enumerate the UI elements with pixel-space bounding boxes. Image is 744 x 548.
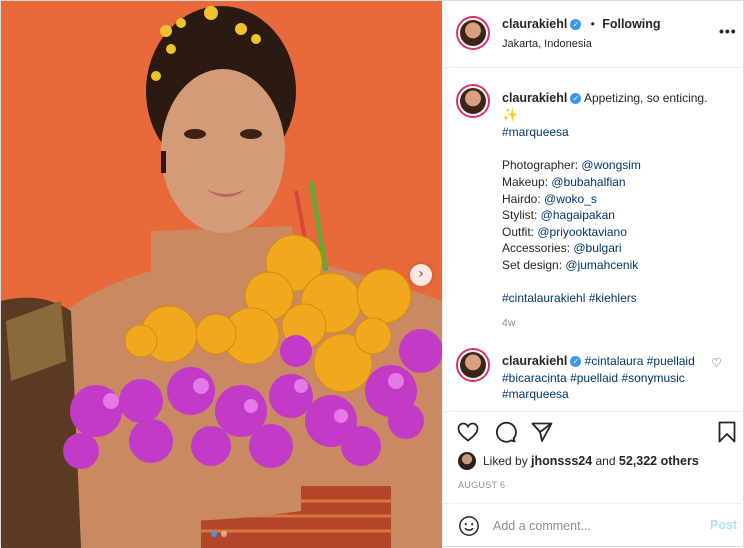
instagram-post: › claurakiehl ✓ • Following Jakarta, Indo…: [0, 0, 744, 548]
hashtag-link[interactable]: #marqueesa: [502, 387, 569, 401]
comment-username-link[interactable]: claurakiehl: [502, 354, 567, 368]
carousel-dot-active: [211, 531, 217, 537]
hashtag-link[interactable]: #puellaid: [647, 354, 695, 368]
post-sidebar: claurakiehl ✓ • Following Jakarta, Indone…: [442, 1, 744, 548]
carousel-next-button[interactable]: ›: [410, 264, 432, 286]
credit-label: Outfit:: [502, 224, 538, 239]
carousel-dot: [221, 531, 227, 537]
mention-link[interactable]: @woko_s: [544, 192, 597, 206]
profile-avatar[interactable]: [456, 16, 490, 50]
verified-badge-icon: ✓: [570, 356, 582, 368]
hashtag-link[interactable]: #marqueesa: [502, 125, 569, 139]
comment-avatar[interactable]: [456, 348, 490, 382]
header-separator: •: [590, 17, 595, 31]
mention-link[interactable]: @priyooktaviano: [537, 225, 627, 239]
add-comment-input[interactable]: [493, 516, 693, 536]
post-comment-button[interactable]: Post: [710, 518, 737, 532]
liker-username-link[interactable]: jhonsss24: [531, 454, 592, 468]
share-send-icon[interactable]: [530, 420, 554, 444]
hashtag-link[interactable]: #bicaracinta: [502, 371, 567, 385]
caption-message: Appetizing, so enticing.: [584, 91, 708, 105]
verified-badge-icon: ✓: [570, 19, 582, 31]
sparkle-emoji-icon: ✨: [502, 107, 519, 123]
header-username-link[interactable]: claurakiehl: [502, 17, 567, 31]
post-header: claurakiehl ✓ • Following Jakarta, Indone…: [443, 1, 744, 68]
post-image[interactable]: ›: [1, 1, 442, 548]
likes-text: Liked by jhonsss24 and 52,322 others: [483, 454, 699, 468]
likes-prefix: Liked by: [483, 454, 532, 468]
likes-summary: Liked by jhonsss24 and 52,322 others: [458, 452, 738, 470]
credit-label: Photographer:: [502, 158, 582, 173]
hashtag-link[interactable]: #cintalaura: [585, 354, 644, 368]
comment-text: claurakiehl ✓ #cintalaura #puellaid #bica…: [502, 353, 702, 403]
credit-label: Hairdo:: [502, 191, 545, 206]
photo-illustration: [1, 1, 442, 548]
mention-link[interactable]: @jumahcenik: [565, 258, 638, 272]
likes-count-link[interactable]: 52,322 others: [619, 454, 699, 468]
mention-link[interactable]: @bulgari: [573, 241, 621, 255]
post-date[interactable]: AUGUST 6: [458, 480, 505, 490]
caption-username-link[interactable]: claurakiehl: [502, 91, 567, 105]
credit-label: Makeup:: [502, 174, 552, 189]
following-button[interactable]: Following: [602, 17, 660, 31]
comment-like-heart-icon[interactable]: ♡: [711, 356, 722, 370]
comment-bubble-icon[interactable]: [493, 420, 517, 444]
liker-avatar[interactable]: [458, 452, 476, 470]
mention-link[interactable]: @bubahalfian: [551, 175, 625, 189]
hashtag-link[interactable]: #sonymusic: [621, 371, 684, 385]
emoji-smiley-icon[interactable]: [458, 515, 480, 537]
likes-middle: and: [592, 454, 619, 468]
add-comment-bar: Post: [443, 503, 744, 548]
verified-badge-icon: ✓: [570, 93, 582, 105]
hashtag-link[interactable]: #cintalaurakiehl: [502, 291, 585, 305]
credit-label: Set design:: [502, 257, 566, 272]
action-bar: [443, 411, 744, 451]
credit-label: Stylist:: [502, 208, 541, 223]
caption-text: claurakiehl ✓ Appetizing, so enticing. ✨ …: [502, 90, 734, 307]
mention-link[interactable]: @wongsim: [581, 158, 641, 172]
caption-age[interactable]: 4w: [502, 317, 515, 329]
header-line: claurakiehl ✓ • Following: [502, 17, 661, 31]
hashtag-link[interactable]: #kiehlers: [589, 291, 637, 305]
more-options-icon[interactable]: •••: [719, 23, 737, 39]
location-link[interactable]: Jakarta, Indonesia: [502, 38, 592, 50]
carousel-indicator: [211, 531, 227, 537]
credit-label: Accessories:: [502, 241, 574, 256]
mention-link[interactable]: @hagaipakan: [541, 208, 615, 222]
caption-avatar[interactable]: [456, 84, 490, 118]
hashtag-link[interactable]: #puellaid: [570, 371, 618, 385]
like-heart-icon[interactable]: [456, 420, 480, 444]
save-bookmark-icon[interactable]: [715, 420, 739, 444]
comments-area[interactable]: claurakiehl ✓ Appetizing, so enticing. ✨ …: [443, 68, 744, 411]
